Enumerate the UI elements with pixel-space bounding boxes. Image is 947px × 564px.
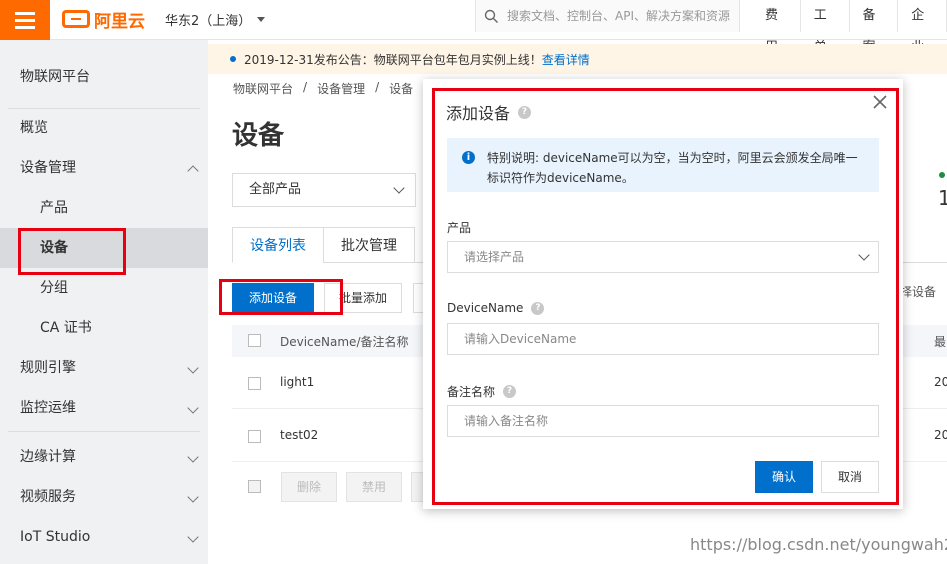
caret-down-icon <box>257 17 266 22</box>
nav-icp-filing[interactable]: 备案 <box>850 0 899 55</box>
tab-bar: 设备列表 批次管理 <box>232 227 415 263</box>
sidebar-item-edge-computing[interactable]: 边缘计算 <box>0 437 208 477</box>
device-count: 1 <box>938 186 947 210</box>
sidebar-item-label: 分组 <box>40 280 68 296</box>
top-links: 费用 工单 备案 企业 <box>752 0 947 55</box>
chevron-down-icon <box>187 362 199 374</box>
sidebar-item-label: CA 证书 <box>40 320 92 336</box>
menu-icon[interactable] <box>0 0 50 40</box>
sidebar-item-iot-studio[interactable]: IoT Studio <box>0 517 208 557</box>
sidebar-title: 物联网平台 <box>20 69 90 85</box>
announcement-bar: 2019-12-31发布公告：物联网平台包年包月实例上线！ 查看详情 <box>208 44 947 74</box>
highlight-box-add-button <box>219 279 343 315</box>
sidebar-item-label: 概览 <box>20 120 48 136</box>
delete-button[interactable]: 删除 <box>281 472 337 502</box>
aliyun-logo[interactable]: 阿里云 <box>62 8 145 32</box>
sidebar-item-overview[interactable]: 概览 <box>0 108 208 148</box>
row-right-value: 20 <box>934 375 947 389</box>
column-header-devicename: DeviceName/备注名称 <box>280 335 409 349</box>
sidebar-item-label: 设备管理 <box>20 160 76 176</box>
chevron-down-icon <box>187 531 199 543</box>
sidebar-item-label: IoT Studio <box>20 529 91 545</box>
logo-text: 阿里云 <box>94 11 145 32</box>
sidebar: 物联网平台 概览 设备管理 产品 设备 分组 CA 证书 规则引擎 监控运维 边… <box>0 40 208 564</box>
breadcrumb: 物联网平台 / 设备管理 / 设备 <box>233 80 413 97</box>
announcement-link[interactable]: 查看详情 <box>542 51 590 68</box>
global-search <box>475 0 740 32</box>
chevron-down-icon <box>187 491 199 503</box>
select-device-partial[interactable]: 择设备 <box>900 283 936 300</box>
sidebar-item-label: 监控运维 <box>20 400 76 416</box>
sidebar-item-video-service[interactable]: 视频服务 <box>0 477 208 517</box>
device-name[interactable]: test02 <box>280 428 318 442</box>
row-checkbox[interactable] <box>248 377 261 390</box>
product-filter-value: 全部产品 <box>249 182 302 197</box>
sidebar-item-label: 产品 <box>40 200 68 216</box>
row-right-value: 20 <box>934 428 947 442</box>
region-label: 华东2（上海） <box>165 14 252 29</box>
highlight-box-sidebar <box>18 228 126 275</box>
sidebar-item-monitoring[interactable]: 监控运维 <box>0 388 208 428</box>
sidebar-item-ca-certificates[interactable]: CA 证书 <box>0 308 208 348</box>
breadcrumb-item[interactable]: 设备管理 <box>317 80 365 97</box>
region-selector[interactable]: 华东2（上海） <box>165 10 266 29</box>
top-navbar: 阿里云 华东2（上海） 费用 工单 备案 企业 <box>0 0 947 55</box>
device-name[interactable]: light1 <box>280 375 314 389</box>
breadcrumb-item[interactable]: 物联网平台 <box>233 80 293 97</box>
breadcrumb-item: 设备 <box>389 82 414 96</box>
nav-tickets[interactable]: 工单 <box>801 0 850 55</box>
divider <box>8 431 200 432</box>
tab-device-list[interactable]: 设备列表 <box>232 227 324 263</box>
status-dot-icon <box>939 172 945 178</box>
highlight-box-dialog <box>432 88 899 505</box>
chevron-down-icon <box>187 402 199 414</box>
bullet-icon <box>230 56 236 62</box>
sidebar-item-products[interactable]: 产品 <box>0 188 208 228</box>
sidebar-item-rules-engine[interactable]: 规则引擎 <box>0 348 208 388</box>
nav-billing[interactable]: 费用 <box>752 0 801 55</box>
page-title: 设备 <box>232 121 285 151</box>
row-checkbox[interactable] <box>248 430 261 443</box>
bottom-select-checkbox[interactable] <box>248 480 261 493</box>
announcement-text: 2019-12-31发布公告：物联网平台包年包月实例上线！ <box>244 52 542 67</box>
search-icon <box>484 9 498 23</box>
sidebar-item-label: 视频服务 <box>20 489 76 505</box>
sidebar-item-device-management[interactable]: 设备管理 <box>0 148 208 188</box>
sidebar-item-label: 规则引擎 <box>20 360 76 376</box>
search-input[interactable] <box>507 9 737 23</box>
disable-button[interactable]: 禁用 <box>346 472 402 502</box>
sidebar-item-label: 边缘计算 <box>20 449 76 465</box>
nav-enterprise[interactable]: 企业 <box>898 0 947 55</box>
product-filter-select[interactable]: 全部产品 <box>232 173 416 207</box>
column-header-right: 最 <box>934 335 947 349</box>
chevron-down-icon <box>187 451 199 463</box>
breadcrumb-separator: / <box>303 80 308 94</box>
chevron-down-icon <box>393 182 405 194</box>
chevron-up-icon <box>187 165 199 177</box>
tab-batch-management[interactable]: 批次管理 <box>323 227 415 263</box>
breadcrumb-separator: / <box>375 80 380 94</box>
watermark-text: https://blog.csdn.net/youngwah292 <box>690 535 947 554</box>
select-all-checkbox[interactable] <box>248 334 261 347</box>
logo-mark-icon <box>62 10 90 28</box>
